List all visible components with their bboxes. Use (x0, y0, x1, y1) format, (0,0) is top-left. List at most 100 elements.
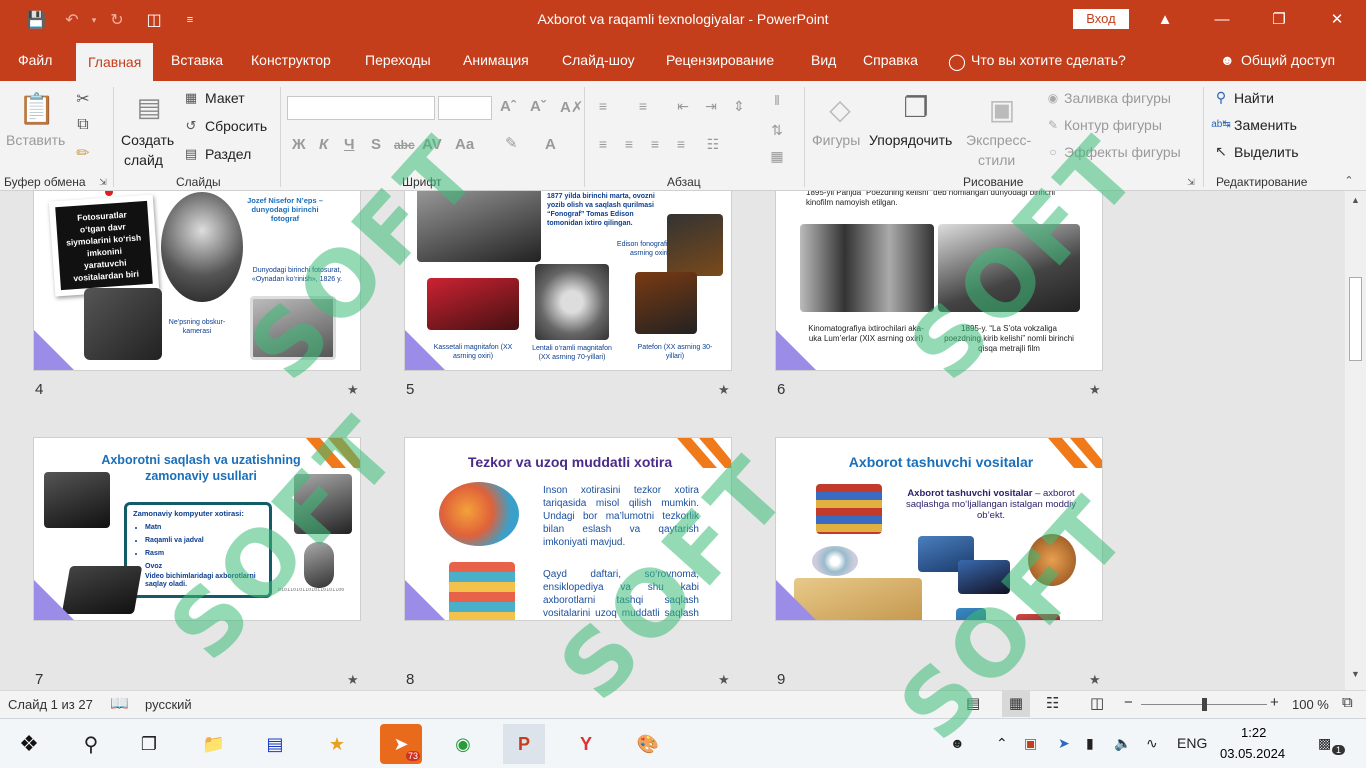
slide-thumbnail-9[interactable]: Axborot tashuvchi vositalar Axborot tash… (775, 437, 1103, 621)
tab-transitions[interactable]: Переходы (365, 52, 431, 68)
section-icon[interactable]: ▤ (182, 146, 200, 162)
share-button[interactable]: Общий доступ (1241, 52, 1335, 68)
font-color-icon[interactable]: A (545, 136, 556, 153)
telegram-tray-icon[interactable]: ➤ (1058, 735, 1070, 752)
paste-icon[interactable]: 📋 (18, 89, 56, 129)
layout-button[interactable]: Макет (205, 90, 245, 106)
tab-design[interactable]: Конструктор (251, 52, 331, 68)
spacing-icon[interactable]: AV (422, 136, 442, 153)
minimize-icon[interactable]: — (1205, 5, 1239, 33)
input-language[interactable]: ENG (1177, 735, 1207, 751)
shape-fill-button[interactable]: Заливка фигуры (1064, 90, 1171, 106)
tab-insert[interactable]: Вставка (171, 52, 223, 68)
find-button[interactable]: Найти (1234, 90, 1274, 106)
zoom-slider-thumb[interactable] (1202, 698, 1207, 711)
increase-indent-icon[interactable]: ⇥ (700, 97, 722, 115)
fit-slide-icon[interactable]: ⧉ (1342, 694, 1353, 711)
tell-me-search[interactable]: Что вы хотите сделать? (971, 52, 1126, 68)
italic-icon[interactable]: К (319, 136, 328, 153)
save-icon[interactable]: 💾 (24, 8, 48, 32)
shrink-font-icon[interactable]: Aˇ (530, 98, 546, 115)
cut-icon[interactable]: ✂ (72, 89, 94, 109)
language-indicator[interactable]: русский (145, 697, 192, 712)
restore-icon[interactable]: ❐ (1262, 5, 1296, 33)
undo-dropdown-icon[interactable]: ▾ (82, 8, 106, 32)
shape-outline-button[interactable]: Контур фигуры (1064, 117, 1162, 133)
tab-help[interactable]: Справка (863, 52, 918, 68)
new-slide-label[interactable]: слайд (124, 152, 163, 168)
align-left-icon[interactable]: ≡ (592, 135, 614, 153)
columns-icon[interactable]: ‖ (766, 91, 788, 109)
shapes-icon[interactable]: ◇ (820, 89, 860, 129)
slideshow-view-icon[interactable]: ◫ (1090, 694, 1104, 712)
antivirus-icon[interactable]: ▣ (1024, 735, 1037, 752)
bullets-icon[interactable]: ≡ (592, 97, 614, 115)
slide-sorter-view-icon[interactable]: ▦ (1002, 691, 1030, 717)
dialog-launcher-icon[interactable]: ⇲ (1186, 177, 1196, 187)
quick-styles-icon[interactable]: ▣ (982, 89, 1022, 129)
shape-effects-icon[interactable]: ○ (1044, 144, 1062, 160)
slide-thumbnail-8[interactable]: Tezkor va uzoq muddatli xotira Inson xot… (404, 437, 732, 621)
scroll-down-icon[interactable]: ▼ (1348, 669, 1363, 685)
slide-thumbnail-5[interactable]: 1877 yilda birinchi marta, ovozni yozib … (404, 191, 732, 371)
layout-icon[interactable]: ▦ (182, 90, 200, 106)
bold-icon[interactable]: Ж (292, 136, 306, 153)
tab-slideshow[interactable]: Слайд-шоу (562, 52, 635, 68)
transition-star-icon[interactable]: ★ (718, 382, 730, 398)
volume-icon[interactable]: 🔈 (1114, 735, 1131, 752)
yandex-browser-icon[interactable]: Y (565, 724, 607, 764)
transition-star-icon[interactable]: ★ (347, 382, 359, 398)
transition-star-icon[interactable]: ★ (1089, 672, 1101, 688)
quick-styles-button[interactable]: Экспресс- (966, 132, 1031, 148)
zoom-out-icon[interactable]: − (1124, 694, 1133, 711)
text-direction-icon[interactable]: ⇅ (766, 121, 788, 139)
ribbon-display-options-icon[interactable]: ▲ (1148, 5, 1182, 33)
file-explorer-icon[interactable]: 📁 (193, 724, 235, 764)
undo-icon[interactable]: ↶ (60, 8, 84, 32)
transition-star-icon[interactable]: ★ (1089, 382, 1101, 398)
zoom-in-icon[interactable]: + (1270, 694, 1279, 711)
align-right-icon[interactable]: ≡ (644, 135, 666, 153)
font-size-combo[interactable] (438, 96, 492, 120)
scroll-up-icon[interactable]: ▲ (1348, 195, 1363, 211)
line-spacing-icon[interactable]: ⇕ (728, 97, 750, 115)
powerpoint-icon[interactable]: P (503, 724, 545, 764)
chrome-icon[interactable]: ◉ (442, 724, 484, 764)
slideshow-from-start-icon[interactable]: ◫ (142, 8, 166, 32)
slide-thumbnail-7[interactable]: Axborotni saqlash va uzatishning zamonav… (33, 437, 361, 621)
close-icon[interactable]: ✕ (1320, 5, 1354, 33)
align-center-icon[interactable]: ≡ (618, 135, 640, 153)
replace-icon[interactable]: ab↹ (1210, 116, 1232, 132)
login-button[interactable]: Вход (1073, 9, 1129, 29)
telegram-icon[interactable]: ➤ 73 (380, 724, 422, 764)
arrange-icon[interactable]: ❐ (896, 87, 936, 127)
scanner-app-icon[interactable]: ▤ (254, 724, 296, 764)
copy-icon[interactable]: ⧉ (72, 115, 94, 135)
clock-date[interactable]: 03.05.2024 (1220, 746, 1285, 761)
find-icon[interactable]: ⚲ (1212, 89, 1230, 105)
underline-icon[interactable]: Ч (344, 136, 355, 153)
zoom-level[interactable]: 100 % (1292, 697, 1329, 712)
shapes-button[interactable]: Фигуры (812, 132, 860, 148)
clock-time[interactable]: 1:22 (1241, 725, 1266, 740)
section-button[interactable]: Раздел (205, 146, 251, 162)
decrease-indent-icon[interactable]: ⇤ (672, 97, 694, 115)
normal-view-icon[interactable]: ▤ (966, 694, 980, 712)
transition-star-icon[interactable]: ★ (347, 672, 359, 688)
numbering-icon[interactable]: ≡ (632, 97, 654, 115)
search-icon[interactable]: ⚲ (70, 724, 112, 764)
arrange-button[interactable]: Упорядочить (869, 132, 952, 148)
tab-review[interactable]: Рецензирование (666, 52, 774, 68)
vertical-scrollbar[interactable]: ▲ ▼ (1345, 191, 1366, 690)
reading-view-icon[interactable]: ☷ (1046, 694, 1059, 712)
customize-qat-icon[interactable]: ≡ (178, 8, 202, 32)
game-app-icon[interactable]: ★ (316, 724, 358, 764)
clear-formatting-icon[interactable]: A✗ (560, 98, 583, 116)
new-slide-icon[interactable]: ▤ (130, 87, 168, 127)
shadow-icon[interactable]: S (371, 136, 381, 153)
tab-view[interactable]: Вид (811, 52, 836, 68)
quick-styles-label[interactable]: стили (978, 152, 1015, 168)
shape-outline-icon[interactable]: ✎ (1044, 117, 1062, 133)
new-slide-button[interactable]: Создать (121, 132, 174, 148)
windows-start-icon[interactable]: ❖ (8, 724, 50, 764)
